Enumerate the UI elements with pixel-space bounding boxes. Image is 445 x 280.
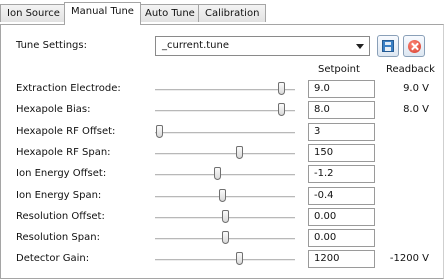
readback-value: 8.0 V <box>403 104 429 115</box>
red-x-icon <box>408 40 421 53</box>
slider-track <box>155 89 295 91</box>
setpoint-input[interactable]: 0.00 <box>308 208 375 226</box>
slider-thumb[interactable] <box>278 103 285 116</box>
tune-file-dropdown[interactable]: _current.tune <box>155 36 370 56</box>
tab-calibration[interactable]: Calibration <box>198 4 267 22</box>
slider-thumb[interactable] <box>236 146 243 159</box>
setpoint-input[interactable]: 9.0 <box>308 80 375 98</box>
tab-strip: Ion Source Manual Tune Auto Tune Calibra… <box>0 0 445 25</box>
slider-thumb[interactable] <box>278 82 285 95</box>
parameter-slider[interactable] <box>155 103 295 117</box>
slider-thumb[interactable] <box>222 231 229 244</box>
slider-thumb[interactable] <box>236 252 243 265</box>
parameter-label: Ion Energy Span: <box>16 190 102 201</box>
setpoint-input[interactable]: -1.2 <box>308 165 375 183</box>
parameter-slider[interactable] <box>155 146 295 160</box>
slider-track <box>155 132 295 134</box>
parameter-slider[interactable] <box>155 231 295 245</box>
parameter-label: Ion Energy Offset: <box>16 168 107 179</box>
save-tune-button[interactable] <box>377 35 399 57</box>
setpoint-input[interactable]: 150 <box>308 144 375 162</box>
setpoint-input[interactable]: -0.4 <box>308 187 375 205</box>
tab-manual-tune[interactable]: Manual Tune <box>64 2 141 25</box>
slider-thumb[interactable] <box>222 210 229 223</box>
parameter-label: Hexapole Bias: <box>16 104 91 115</box>
parameter-slider[interactable] <box>155 167 295 181</box>
readback-value: -1200 V <box>389 253 429 264</box>
tune-settings-label: Tune Settings: <box>16 40 87 51</box>
parameter-slider[interactable] <box>155 189 295 203</box>
setpoint-column-header: Setpoint <box>318 64 360 75</box>
cancel-tune-button[interactable] <box>403 35 425 57</box>
parameter-label: Detector Gain: <box>16 253 90 264</box>
parameter-slider[interactable] <box>155 210 295 224</box>
setpoint-input[interactable]: 0.00 <box>308 229 375 247</box>
slider-thumb[interactable] <box>213 167 221 180</box>
parameter-slider[interactable] <box>155 252 295 266</box>
slider-track <box>155 153 295 155</box>
parameter-slider[interactable] <box>155 125 295 139</box>
parameter-label: Hexapole RF Offset: <box>16 126 116 137</box>
setpoint-input[interactable]: 3 <box>308 123 375 141</box>
tab-ion-source[interactable]: Ion Source <box>0 4 67 22</box>
slider-track <box>155 259 295 261</box>
parameter-label: Resolution Offset: <box>16 211 105 222</box>
tune-file-selected: _current.tune <box>162 40 230 51</box>
save-disk-icon <box>382 40 394 52</box>
setpoint-input[interactable]: 1200 <box>308 250 375 268</box>
parameter-label: Resolution Span: <box>16 232 100 243</box>
parameter-label: Hexapole RF Span: <box>16 147 111 158</box>
parameter-label: Extraction Electrode: <box>16 83 121 94</box>
readback-value: 9.0 V <box>403 83 429 94</box>
slider-thumb[interactable] <box>156 125 164 138</box>
readback-column-header: Readback <box>386 64 435 75</box>
parameter-slider[interactable] <box>155 82 295 96</box>
chevron-down-icon <box>356 44 364 49</box>
tab-auto-tune[interactable]: Auto Tune <box>138 4 202 22</box>
setpoint-input[interactable]: 8.0 <box>308 101 375 119</box>
slider-track <box>155 110 295 112</box>
slider-thumb[interactable] <box>219 189 227 202</box>
slider-track <box>155 174 295 176</box>
